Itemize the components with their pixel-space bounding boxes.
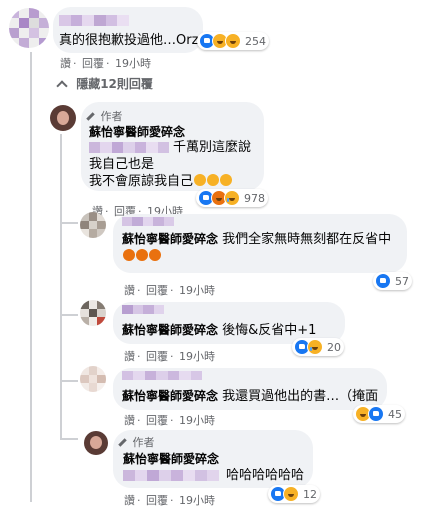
thread-line <box>60 438 78 440</box>
comment-actions: 讚· 回覆· 19小時 <box>124 350 215 363</box>
comment-text: 哈哈哈哈哈哈 <box>226 468 305 483</box>
pencil-icon <box>86 112 95 121</box>
hidden-replies-label: 隱藏12則回覆 <box>76 77 153 91</box>
reaction-count: 12 <box>303 487 317 501</box>
like-button[interactable]: 讚 <box>124 350 135 363</box>
timestamp[interactable]: 19小時 <box>115 57 151 70</box>
comment-bubble: 作者 蘇怡寧醫師愛碎念 千萬別這麼說 我自己也是 我不會原諒我自己 <box>81 102 264 191</box>
like-button[interactable]: 讚 <box>124 414 135 427</box>
reply-button[interactable]: 回覆 <box>146 284 168 297</box>
like-icon <box>375 273 391 289</box>
reply-button[interactable]: 回覆 <box>146 350 168 363</box>
thread-line <box>60 222 62 314</box>
avatar[interactable] <box>80 300 106 326</box>
reply-button[interactable]: 回覆 <box>146 414 168 427</box>
comment-actions: 讚· 回覆· 19小時 <box>124 414 215 427</box>
pixelated-username <box>122 217 174 226</box>
pixelated-mention <box>123 470 219 481</box>
crying-face-icon <box>207 174 220 186</box>
reaction-count: 978 <box>244 191 265 205</box>
sad-icon <box>224 190 240 206</box>
timestamp[interactable]: 19小時 <box>179 414 215 427</box>
angry-face-icon <box>136 249 148 261</box>
hidden-replies-toggle[interactable]: 隱藏12則回覆 <box>56 75 153 92</box>
reaction-count: 20 <box>327 340 341 354</box>
comment-text: 真的很抱歉投過他…Orz <box>59 33 199 48</box>
angry-face-icon <box>123 249 135 261</box>
pencil-icon <box>118 438 127 447</box>
author-tag-label: 作者 <box>100 110 123 123</box>
author-tag-label: 作者 <box>132 436 155 449</box>
commenter-name[interactable]: 蘇怡寧醫師愛碎念 <box>89 123 185 140</box>
haha-icon <box>283 486 299 502</box>
pixelated-mention <box>89 142 169 153</box>
chevron-up-icon <box>56 80 68 92</box>
comment-bubble: 蘇怡寧醫師愛碎念 我還買過他出的書…（掩面 <box>113 368 387 410</box>
comment-actions: 讚· 回覆· 19小時 <box>60 57 151 70</box>
reaction-summary[interactable]: 12 <box>268 485 320 503</box>
thread-line <box>60 314 62 380</box>
commenter-name[interactable]: 蘇怡寧醫師愛碎念 <box>123 450 219 467</box>
avatar[interactable] <box>84 431 108 455</box>
comment-text: 蘇怡寧醫師愛碎念 後悔&反省中+1 <box>122 322 316 339</box>
like-button[interactable]: 讚 <box>124 284 135 297</box>
reaction-count: 57 <box>395 274 409 288</box>
comment-bubble: 作者 蘇怡寧醫師愛碎念 哈哈哈哈哈哈 <box>113 430 313 488</box>
reaction-summary[interactable]: 57 <box>373 272 412 290</box>
mentioned-name[interactable]: 蘇怡寧醫師愛碎念 <box>122 389 218 403</box>
comment-text-line: 我不會原諒我自己 <box>89 174 194 189</box>
comment-actions: 讚· 回覆· 19小時 <box>124 284 215 297</box>
reaction-summary[interactable]: 20 <box>292 338 344 356</box>
comment-text-content: 後悔&反省中+1 <box>222 323 317 338</box>
like-icon <box>368 406 384 422</box>
thread-line <box>60 314 78 316</box>
pixelated-username <box>59 15 129 26</box>
comment-text: 千萬別這麼說 <box>173 140 252 155</box>
reaction-summary[interactable]: 978 <box>196 189 268 207</box>
pixelated-username <box>122 371 202 380</box>
like-button[interactable]: 讚 <box>60 57 71 70</box>
comment-text: 我不會原諒我自己 <box>89 173 233 190</box>
thread-line <box>60 134 62 222</box>
crying-face-icon <box>194 174 207 186</box>
reaction-count: 254 <box>245 34 266 48</box>
thread-line <box>60 222 78 224</box>
avatar[interactable] <box>9 8 49 48</box>
reaction-summary[interactable]: 45 <box>353 405 405 423</box>
author-badge: 作者 <box>86 108 123 124</box>
author-badge: 作者 <box>118 434 155 450</box>
mentioned-name[interactable]: 蘇怡寧醫師愛碎念 <box>122 232 218 246</box>
comment-text-content: 我們全家無時無刻都在反省中 <box>222 232 392 247</box>
avatar[interactable] <box>80 212 106 238</box>
reaction-summary[interactable]: 254 <box>197 32 269 50</box>
crying-face-icon <box>220 174 233 186</box>
pixelated-username <box>122 305 164 314</box>
wow-icon <box>225 33 241 49</box>
comment-bubble: 真的很抱歉投過他…Orz <box>53 7 203 53</box>
comment-text: 蘇怡寧醫師愛碎念 我們全家無時無刻都在反省中 <box>122 231 398 265</box>
reply-button[interactable]: 回覆 <box>82 57 104 70</box>
sad-icon <box>307 339 323 355</box>
timestamp[interactable]: 19小時 <box>179 350 215 363</box>
comment-actions: 讚· 回覆· 19小時 <box>124 494 215 507</box>
reaction-count: 45 <box>388 407 402 421</box>
avatar[interactable] <box>80 366 106 392</box>
comment-bubble: 蘇怡寧醫師愛碎念 我們全家無時無刻都在反省中 <box>113 214 407 273</box>
comment-text: 我自己也是 <box>89 157 155 172</box>
angry-face-icon <box>149 249 161 261</box>
thread-line <box>60 380 62 438</box>
thread-line <box>30 52 32 502</box>
avatar[interactable] <box>50 105 76 131</box>
comment-text-content: 我還買過他出的書…（掩面 <box>222 389 379 404</box>
timestamp[interactable]: 19小時 <box>179 494 215 507</box>
timestamp[interactable]: 19小時 <box>179 284 215 297</box>
mentioned-name[interactable]: 蘇怡寧醫師愛碎念 <box>122 323 218 337</box>
thread-line <box>60 380 78 382</box>
comment-text: 蘇怡寧醫師愛碎念 我還買過他出的書…（掩面 <box>122 388 378 405</box>
like-button[interactable]: 讚 <box>124 494 135 507</box>
reply-button[interactable]: 回覆 <box>146 494 168 507</box>
